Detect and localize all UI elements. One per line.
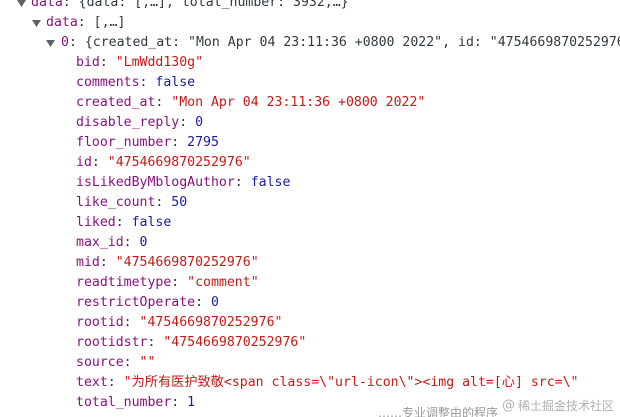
- property-key: total_number: [76, 395, 172, 410]
- property-value: "": [139, 355, 156, 370]
- property-key: data: [31, 0, 63, 10]
- property-value: "为所有医护致敬<span class=\"url-icon\"><img al…: [123, 375, 579, 390]
- tree-row-property[interactable]: readtimetype: "comment": [0, 273, 620, 293]
- expand-arrow-icon[interactable]: [15, 0, 27, 13]
- tree-row-property[interactable]: max_id: 0: [0, 233, 620, 253]
- property-value: "LmWdd130g": [115, 55, 204, 70]
- tree-row-property[interactable]: bid: "LmWdd130g": [0, 53, 620, 73]
- property-key: data: [46, 15, 78, 30]
- tree-row-property[interactable]: created_at: "Mon Apr 04 23:11:36 +0800 2…: [0, 93, 620, 113]
- property-value: 1: [187, 395, 196, 410]
- json-tree-view: data: {data: [,…], total_number: 3932,…}…: [0, 0, 620, 413]
- tree-row-property[interactable]: rootidstr: "4754669870252976": [0, 333, 620, 353]
- property-value: false: [250, 175, 291, 190]
- at-sign-icon: @: [501, 398, 515, 413]
- property-value: "comment": [187, 275, 259, 290]
- tree-row-property[interactable]: comments: false: [0, 73, 620, 93]
- tree-row-property[interactable]: mid: "4754669870252976": [0, 253, 620, 273]
- property-value: "4754669870252976": [163, 335, 307, 350]
- property-key: disable_reply: [76, 115, 180, 130]
- tree-row-property[interactable]: liked: false: [0, 213, 620, 233]
- tree-row-property[interactable]: rootid: "4754669870252976": [0, 313, 620, 333]
- property-value: false: [131, 215, 172, 230]
- object-preview: {data: [,…], total_number: 3932,…}: [78, 0, 349, 10]
- tree-row-property[interactable]: isLikedByMblogAuthor: false: [0, 173, 620, 193]
- tree-row-property[interactable]: id: "4754669870252976": [0, 153, 620, 173]
- array-preview: [,…]: [93, 15, 126, 30]
- property-value: 0: [139, 235, 148, 250]
- property-value: "4754669870252976": [107, 155, 251, 170]
- property-value: "Mon Apr 04 23:11:36 +0800 2022": [171, 95, 426, 110]
- property-key: like_count: [76, 195, 156, 210]
- tree-row-property[interactable]: source: "": [0, 353, 620, 373]
- property-key: isLikedByMblogAuthor: [76, 175, 235, 190]
- tree-row-item-0[interactable]: 0: {created_at: "Mon Apr 04 23:11:36 +08…: [0, 33, 620, 53]
- property-key: comments: [76, 75, 140, 90]
- tree-row-property[interactable]: disable_reply: 0: [0, 113, 620, 133]
- array-index: 0: [61, 35, 69, 50]
- property-list: bid: "LmWdd130g" comments: false created_a…: [0, 53, 620, 413]
- tree-row-property[interactable]: restrictOperate: 0: [0, 293, 620, 313]
- tree-row-property[interactable]: floor_number: 2795: [0, 133, 620, 153]
- property-key: source: [76, 355, 124, 370]
- property-key: restrictOperate: [76, 295, 196, 310]
- property-value: "4754669870252976": [115, 255, 259, 270]
- property-value: false: [155, 75, 196, 90]
- property-key: created_at: [76, 95, 156, 110]
- property-key: rootid: [76, 315, 124, 330]
- property-value: "4754669870252976": [139, 315, 283, 330]
- tree-row-data-array[interactable]: data: [,…]: [0, 13, 620, 33]
- property-value: 0: [195, 115, 204, 130]
- expand-arrow-icon[interactable]: [30, 13, 42, 33]
- property-key: floor_number: [76, 135, 172, 150]
- property-key: bid: [76, 55, 100, 70]
- property-value: 50: [171, 195, 188, 210]
- property-key: id: [76, 155, 92, 170]
- property-key: rootidstr: [76, 335, 148, 350]
- expand-arrow-icon[interactable]: [44, 33, 56, 53]
- property-key: liked: [76, 215, 116, 230]
- property-key: readtimetype: [76, 275, 172, 290]
- watermark: @ 稀土掘金技术社区: [502, 397, 614, 414]
- tree-row-property[interactable]: like_count: 50: [0, 193, 620, 213]
- property-key: mid: [76, 255, 100, 270]
- partial-overlay-text: ……专业调整由的程序: [378, 406, 499, 417]
- property-key: text: [76, 375, 108, 390]
- tree-row-property[interactable]: text: "为所有医护致敬<span class=\"url-icon\"><…: [0, 373, 620, 393]
- property-value: 2795: [187, 135, 219, 150]
- object-preview: {created_at: "Mon Apr 04 23:11:36 +0800 …: [84, 35, 620, 50]
- property-value: 0: [210, 295, 219, 310]
- tree-row-root[interactable]: data: {data: [,…], total_number: 3932,…}: [0, 0, 620, 13]
- property-key: max_id: [76, 235, 124, 250]
- watermark-text: 稀土掘金技术社区: [517, 399, 614, 413]
